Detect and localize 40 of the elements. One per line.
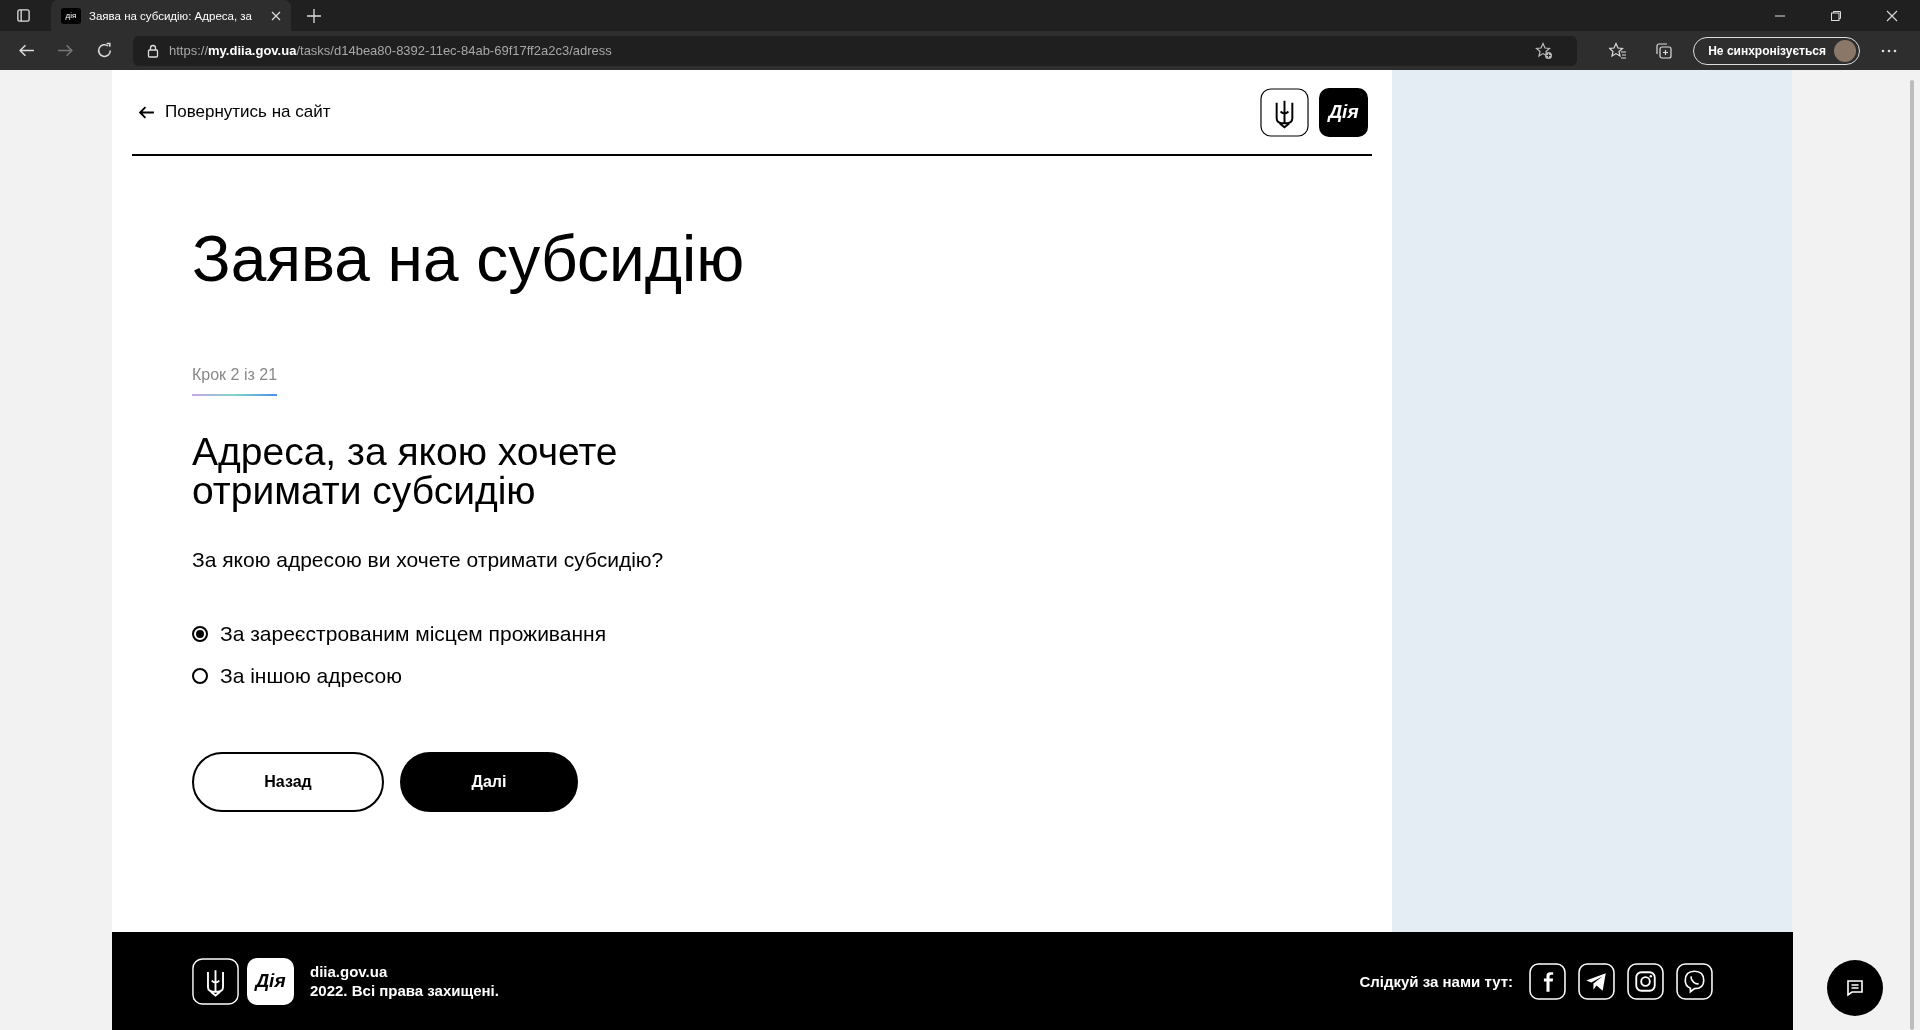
next-button[interactable]: Далі	[400, 752, 578, 813]
step-indicator: Крок 2 із 21	[192, 366, 278, 386]
address-bar[interactable]: https://my.diia.gov.ua/tasks/d14bea80-8392-11ec-84ab-69f17ff2a2c3/adress	[133, 35, 1578, 66]
profile-sync-button[interactable]: Не синхронізується	[1693, 36, 1860, 65]
collections-icon[interactable]	[1655, 41, 1674, 60]
section-heading: Адреса, за якою хочете отримати субсидію	[192, 432, 619, 511]
facebook-icon[interactable]	[1529, 962, 1566, 1000]
trident-logo-icon[interactable]	[1260, 87, 1309, 137]
favorites-icon[interactable]	[1609, 41, 1628, 60]
chat-button[interactable]	[1827, 960, 1883, 1016]
avatar-placeholder	[1834, 39, 1856, 62]
back-link[interactable]: Повернутись на сайт	[138, 102, 331, 122]
telegram-icon[interactable]	[1578, 962, 1615, 1000]
radio-option[interactable]: За іншою адресою	[192, 664, 403, 689]
page-title: Заява на субсидію	[192, 224, 746, 295]
browser-tab[interactable]: дія Заява на субсидію: Адреса, за	[51, 0, 291, 31]
question-text: За якою адресою ви хочете отримати субсидію?	[192, 548, 665, 573]
back-arrow-icon[interactable]	[18, 42, 35, 59]
lock-icon	[147, 43, 159, 58]
copyright-text: 2022. Всі права захищені.	[310, 982, 499, 999]
radio-button[interactable]	[192, 626, 208, 643]
site-link[interactable]: diia.gov.ua	[310, 963, 499, 980]
viber-icon[interactable]	[1676, 962, 1713, 1000]
new-tab-icon[interactable]	[307, 8, 321, 23]
instagram-icon[interactable]	[1627, 962, 1664, 1000]
tab-actions-icon[interactable]	[16, 8, 31, 23]
chat-icon	[1845, 978, 1865, 998]
radio-button[interactable]	[192, 668, 208, 685]
star-add-icon[interactable]	[1535, 41, 1554, 60]
tab-favicon: дія	[61, 7, 81, 24]
back-button[interactable]: Назад	[192, 752, 384, 813]
reload-icon[interactable]	[96, 42, 113, 59]
diia-logo[interactable]: Дія	[1319, 87, 1368, 137]
follow-label: Слідкуй за нами тут:	[1359, 972, 1513, 990]
close-icon[interactable]	[271, 10, 281, 21]
forward-arrow-icon[interactable]	[57, 42, 74, 59]
diia-logo[interactable]: Дія	[247, 957, 294, 1005]
close-icon[interactable]	[1886, 9, 1898, 22]
radio-option[interactable]: За зареєстрованим місцем проживання	[192, 622, 607, 647]
restore-icon[interactable]	[1830, 9, 1842, 22]
